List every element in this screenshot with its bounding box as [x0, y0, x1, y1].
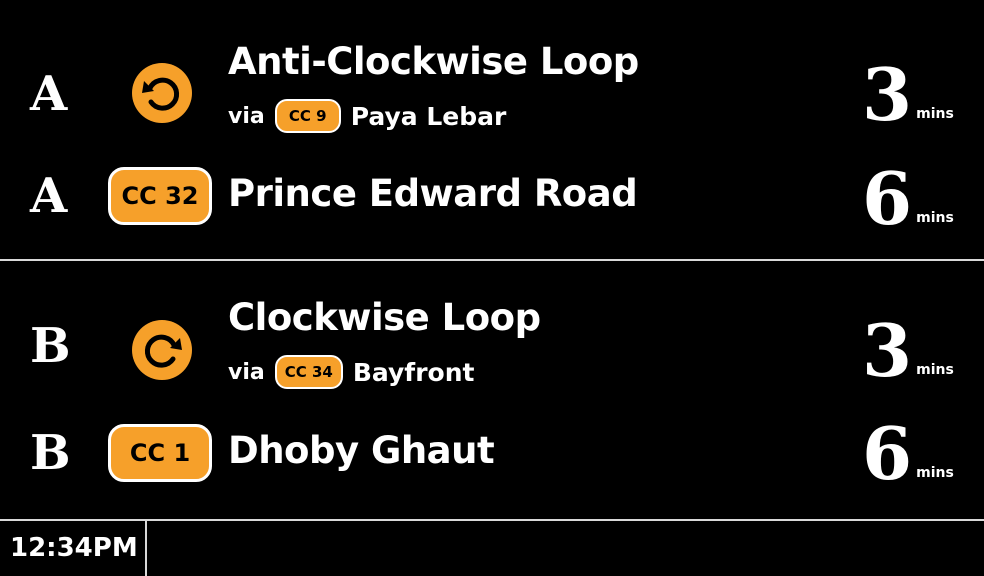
arrival-minutes: 3 [862, 308, 913, 393]
destination-name: Dhoby Ghaut [228, 429, 495, 472]
via-station-name: Bayfront [352, 357, 475, 387]
arrival-time: 6 mins [862, 411, 954, 496]
platform-label: B [30, 425, 71, 481]
minutes-unit: mins [916, 105, 954, 122]
arrival-minutes: 6 [862, 156, 913, 241]
footer-separator [145, 521, 147, 576]
minutes-unit: mins [916, 209, 954, 226]
platform-label: A [30, 66, 68, 122]
minutes-unit: mins [916, 361, 954, 378]
arrival-minutes: 6 [862, 411, 913, 496]
via-line: via CC 9 Paya Lebar [228, 99, 506, 133]
current-time: 12:34PM [10, 533, 138, 563]
via-label: via [228, 103, 265, 129]
station-code-badge: CC 34 [274, 355, 343, 389]
arrival-time: 3 mins [862, 52, 954, 137]
minutes-unit: mins [916, 464, 954, 481]
departure-board: A Anti-Clockwise Loop via CC 9 Paya Leba… [0, 0, 984, 576]
destination-name: Clockwise Loop [228, 296, 541, 339]
via-label: via [228, 359, 265, 385]
anticlockwise-loop-icon [132, 63, 192, 123]
clockwise-loop-icon [132, 320, 192, 380]
station-code-badge: CC 1 [108, 424, 212, 482]
platform-divider [0, 259, 984, 261]
platform-label: B [30, 318, 71, 374]
arrival-time: 6 mins [862, 156, 954, 241]
station-code-badge: CC 32 [108, 167, 212, 225]
destination-name: Anti-Clockwise Loop [228, 40, 639, 83]
platform-label: A [30, 168, 68, 224]
via-line: via CC 34 Bayfront [228, 355, 474, 389]
arrival-time: 3 mins [862, 308, 954, 393]
station-code-badge: CC 9 [274, 99, 341, 133]
arrival-minutes: 3 [862, 52, 913, 137]
footer-bar: 12:34PM [0, 521, 984, 576]
destination-name: Prince Edward Road [228, 172, 638, 215]
via-station-name: Paya Lebar [350, 101, 507, 131]
